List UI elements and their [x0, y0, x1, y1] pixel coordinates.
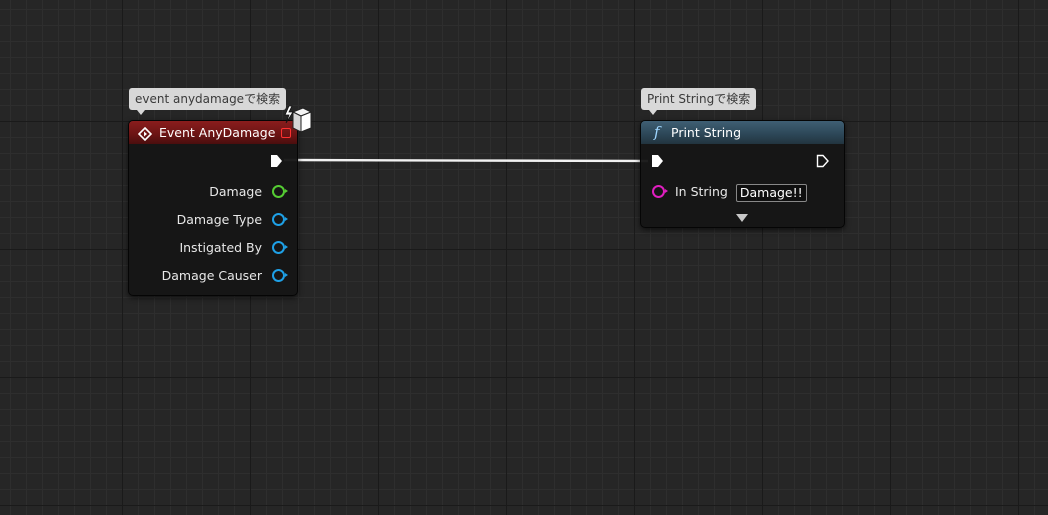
- instigated-by-pin-label: Instigated By: [179, 240, 263, 255]
- string-pin-icon[interactable]: [652, 185, 668, 198]
- in-string-pin-label: In String: [674, 184, 728, 199]
- event-anydamage-node[interactable]: Event AnyDamage Damage Damage Type Insti…: [128, 120, 298, 296]
- object-pin-icon[interactable]: [272, 241, 288, 254]
- event-diamond-icon: [137, 125, 153, 142]
- instigated-by-pin-row[interactable]: Instigated By: [179, 239, 288, 257]
- exec-input-pin-icon[interactable]: [651, 154, 665, 168]
- exec-output-pin-icon[interactable]: [816, 154, 830, 168]
- damage-pin-row[interactable]: Damage: [209, 183, 288, 201]
- damage-pin-label: Damage: [209, 184, 263, 199]
- object-pin-icon[interactable]: [272, 213, 288, 226]
- print-string-node[interactable]: f Print String In String Damage!!: [640, 120, 845, 228]
- exec-output-pin-icon[interactable]: [270, 154, 284, 168]
- event-node-title: Event AnyDamage: [159, 125, 276, 140]
- damage-causer-pin-row[interactable]: Damage Causer: [161, 267, 288, 285]
- print-node-title: Print String: [671, 125, 742, 140]
- float-pin-icon[interactable]: [272, 185, 288, 198]
- in-string-pin-row[interactable]: In String Damage!!: [652, 183, 807, 202]
- in-string-input[interactable]: Damage!!: [735, 183, 807, 202]
- event-node-header[interactable]: Event AnyDamage: [129, 121, 297, 144]
- network-replication-icon: [284, 105, 313, 133]
- object-pin-icon[interactable]: [272, 269, 288, 282]
- function-icon: f: [654, 123, 660, 141]
- damage-type-pin-label: Damage Type: [176, 212, 263, 227]
- damage-causer-pin-label: Damage Causer: [161, 268, 263, 283]
- expand-arrow-icon[interactable]: [736, 214, 748, 223]
- print-node-header[interactable]: f Print String: [641, 121, 844, 144]
- damage-type-pin-row[interactable]: Damage Type: [176, 211, 288, 229]
